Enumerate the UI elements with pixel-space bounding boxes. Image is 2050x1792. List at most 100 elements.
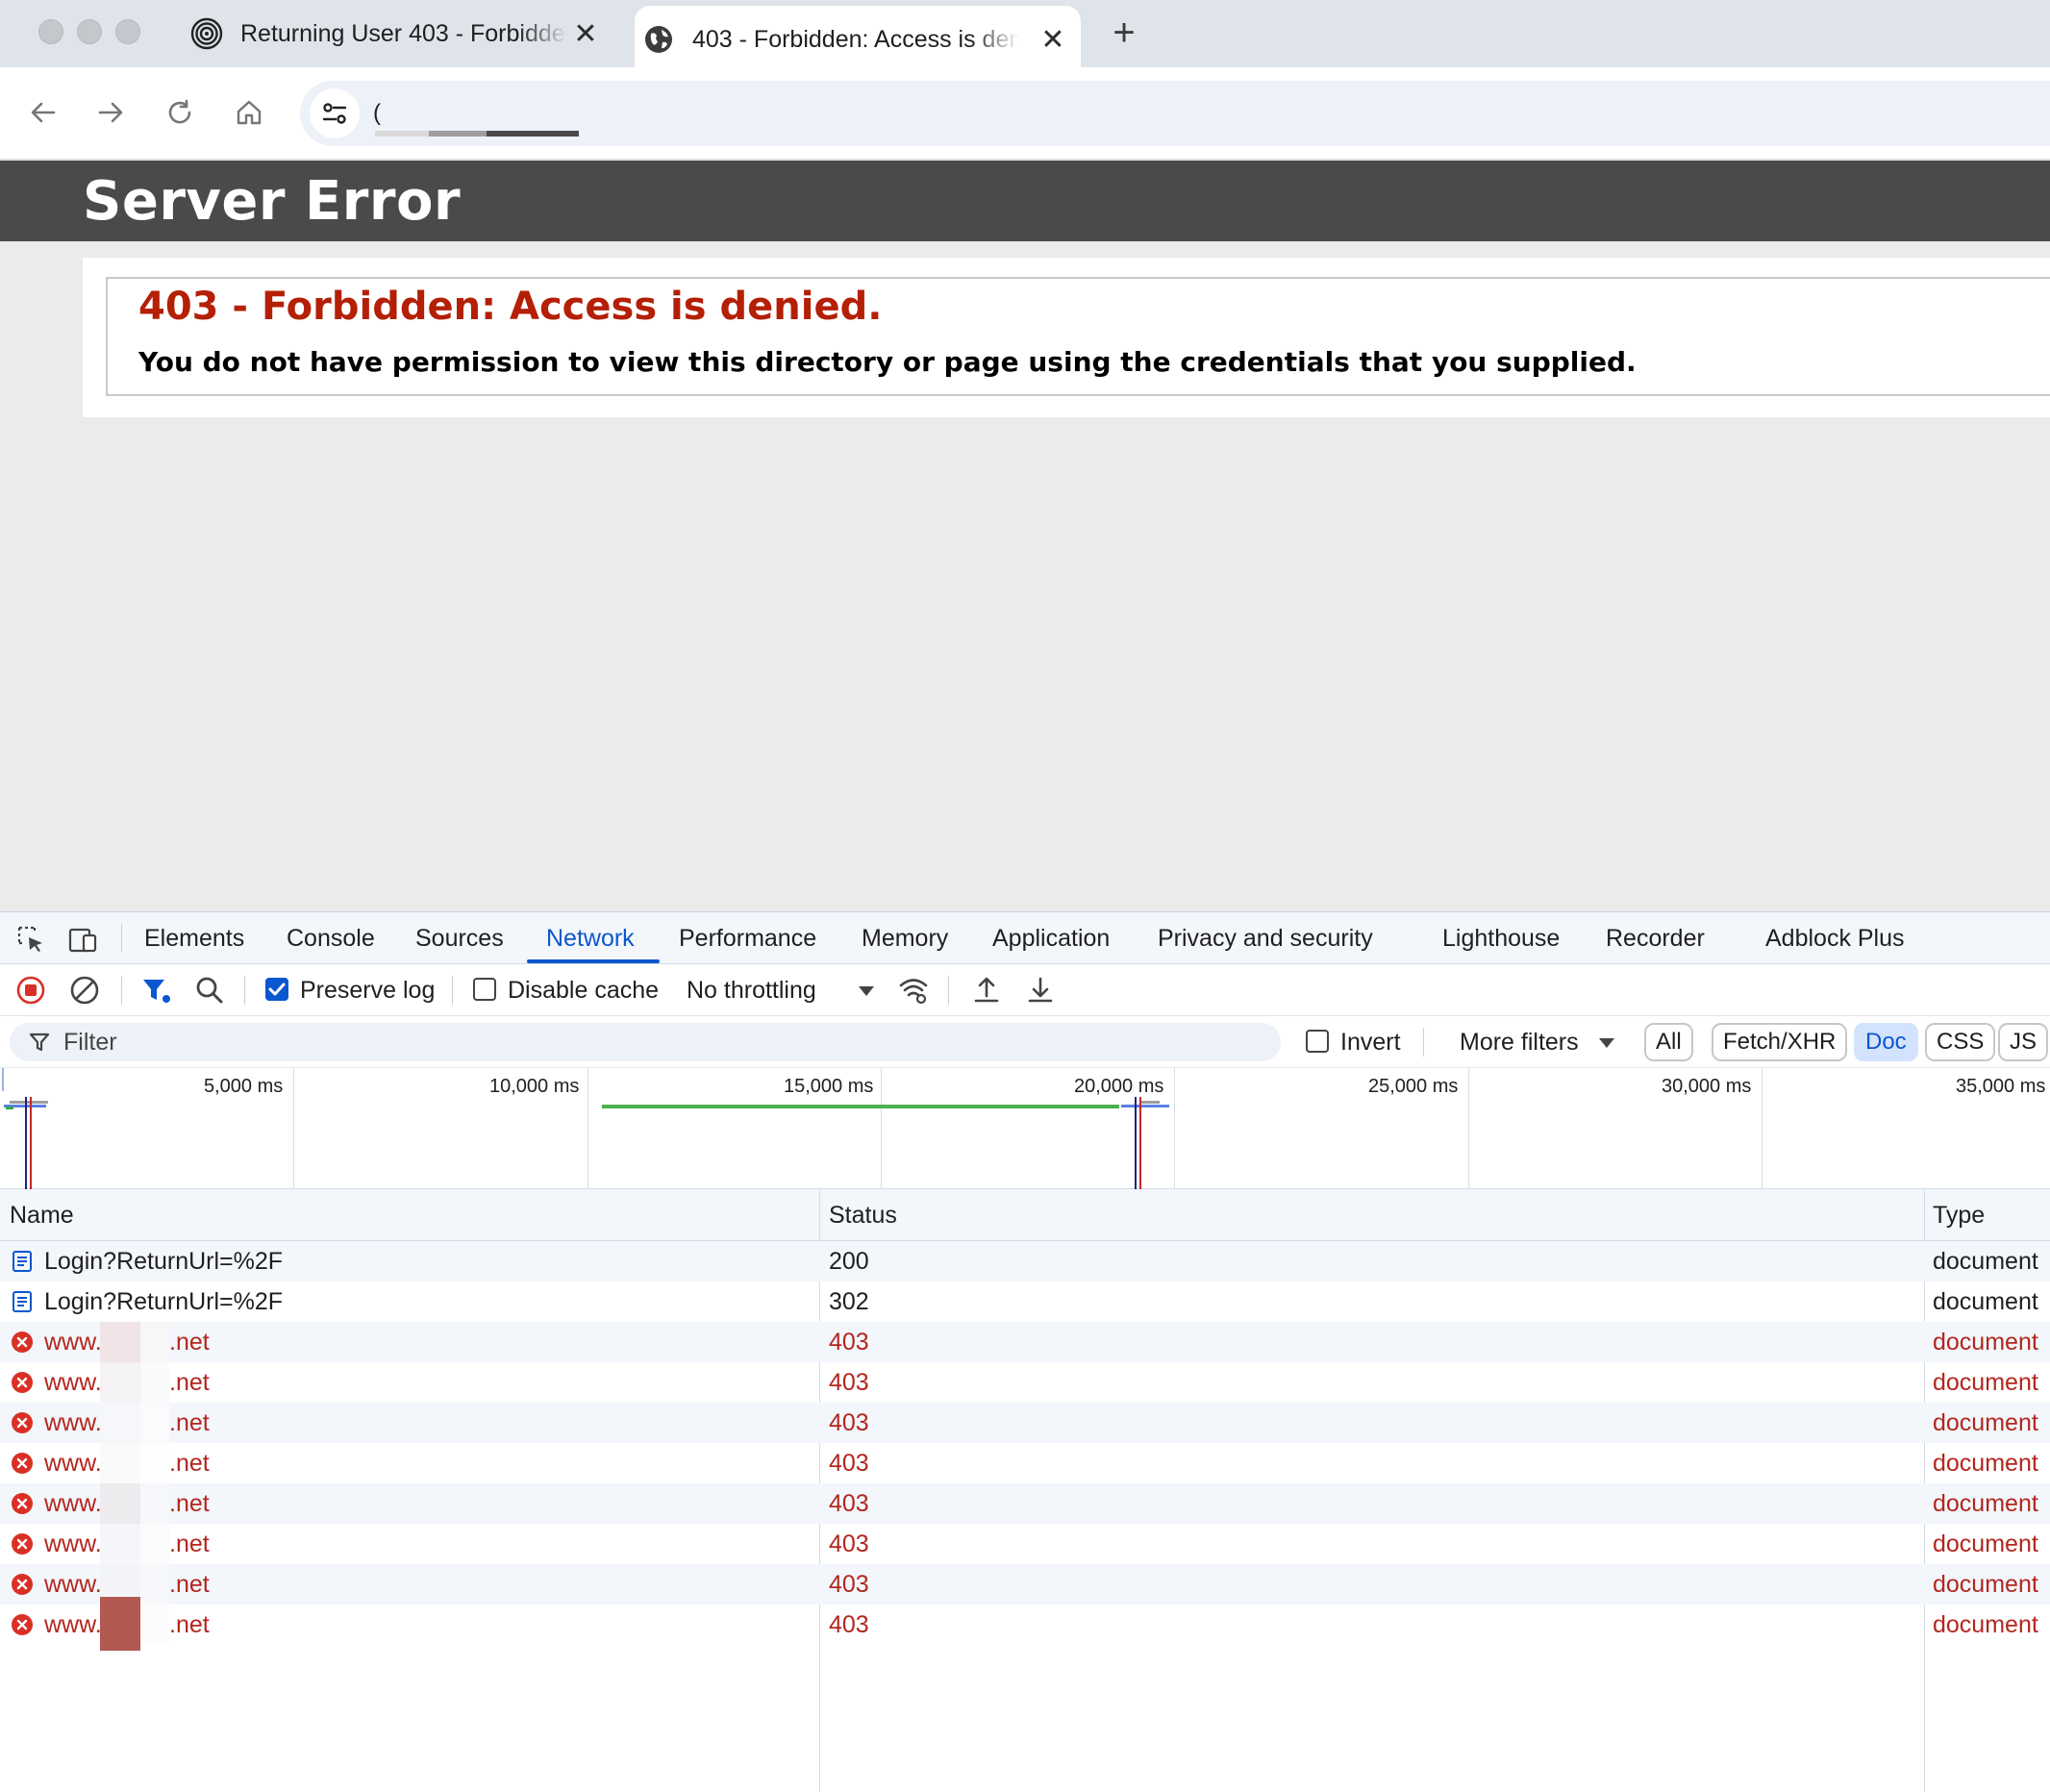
request-name-prefix: www. bbox=[44, 1450, 102, 1477]
disable-cache-label[interactable]: Disable cache bbox=[508, 964, 659, 1016]
device-toolbar-icon[interactable] bbox=[67, 924, 98, 955]
window-close-button[interactable] bbox=[38, 19, 63, 44]
more-filters-button[interactable]: More filters bbox=[1460, 1016, 1579, 1068]
divider bbox=[121, 976, 122, 1005]
filter-chip-css[interactable]: CSS bbox=[1925, 1023, 1996, 1061]
throttling-select[interactable]: No throttling bbox=[687, 964, 816, 1016]
network-overview-timeline[interactable]: 5,000 ms 10,000 ms 15,000 ms 20,000 ms 2… bbox=[0, 1068, 2050, 1189]
tab-recorder[interactable]: Recorder bbox=[1606, 912, 1705, 964]
clear-icon[interactable] bbox=[69, 975, 100, 1006]
site-info-button[interactable] bbox=[310, 88, 360, 138]
filter-chip-doc[interactable]: Doc bbox=[1854, 1023, 1918, 1061]
timeline-request-bar bbox=[6, 1107, 13, 1109]
arrow-left-icon bbox=[31, 102, 56, 123]
filter-chip-all[interactable]: All bbox=[1644, 1023, 1693, 1061]
timeline-tick-label: 35,000 ms bbox=[1956, 1076, 2046, 1097]
request-name: Login?ReturnUrl=%2F bbox=[44, 1248, 284, 1275]
tab-sources[interactable]: Sources bbox=[415, 912, 504, 964]
timeline-request-bar bbox=[1121, 1105, 1169, 1108]
error-icon bbox=[12, 1412, 33, 1433]
tab-adblock-plus[interactable]: Adblock Plus bbox=[1765, 912, 1905, 964]
tab-elements[interactable]: Elements bbox=[144, 912, 244, 964]
timeline-tick-label: 10,000 ms bbox=[489, 1076, 580, 1097]
timeline-tick-label: 25,000 ms bbox=[1368, 1076, 1459, 1097]
stop-recording-icon[interactable] bbox=[15, 975, 46, 1006]
error-icon bbox=[12, 1332, 33, 1353]
upload-icon[interactable] bbox=[971, 975, 1002, 1006]
request-status: 200 bbox=[829, 1248, 869, 1275]
timeline-tick-label: 20,000 ms bbox=[1074, 1076, 1164, 1097]
request-type: document bbox=[1933, 1450, 2038, 1477]
tab-title: 403 - Forbidden: Access is denied. bbox=[692, 25, 1019, 53]
error-fieldset: 403 - Forbidden: Access is denied. You d… bbox=[106, 277, 2050, 396]
invert-label[interactable]: Invert bbox=[1340, 1016, 1401, 1068]
inspect-element-icon[interactable] bbox=[15, 924, 46, 955]
request-type: document bbox=[1933, 1611, 2038, 1638]
tab-memory[interactable]: Memory bbox=[862, 912, 948, 964]
request-name-prefix: www. bbox=[44, 1571, 102, 1598]
preserve-log-label[interactable]: Preserve log bbox=[300, 964, 435, 1016]
window-minimize-button[interactable] bbox=[77, 19, 102, 44]
table-row[interactable]: www. .net 403 document bbox=[0, 1362, 2050, 1403]
new-tab-button[interactable]: + bbox=[1104, 13, 1144, 54]
table-row[interactable]: www. .net 403 document bbox=[0, 1322, 2050, 1362]
caret-down-icon[interactable] bbox=[1598, 1037, 1615, 1049]
filter-chip-fetch-xhr[interactable]: Fetch/XHR bbox=[1712, 1023, 1848, 1061]
tab-lighthouse[interactable]: Lighthouse bbox=[1442, 912, 1560, 964]
forward-button[interactable] bbox=[90, 92, 131, 133]
home-button[interactable] bbox=[229, 92, 269, 133]
network-conditions-icon[interactable] bbox=[898, 975, 929, 1006]
back-button[interactable] bbox=[23, 92, 63, 133]
tab-network[interactable]: Network bbox=[546, 912, 635, 964]
filter-input[interactable]: Filter bbox=[10, 1023, 1281, 1061]
error-title: 403 - Forbidden: Access is denied. bbox=[138, 285, 883, 329]
request-name-suffix: .net bbox=[169, 1409, 210, 1436]
caret-down-icon[interactable] bbox=[858, 985, 875, 997]
table-row[interactable]: www. .net 403 document bbox=[0, 1483, 2050, 1524]
table-row[interactable]: www. .net 403 document bbox=[0, 1597, 2050, 1651]
download-icon[interactable] bbox=[1025, 975, 1056, 1006]
loading-progress-bar bbox=[487, 131, 579, 137]
request-status: 302 bbox=[829, 1288, 869, 1315]
close-icon[interactable]: ✕ bbox=[571, 18, 600, 50]
request-table-header: Name Status Type bbox=[0, 1189, 2050, 1241]
column-header-status[interactable]: Status bbox=[829, 1189, 897, 1241]
table-row[interactable]: www. .net 403 document bbox=[0, 1403, 2050, 1443]
invert-checkbox[interactable] bbox=[1306, 1030, 1329, 1053]
filter-chip-js[interactable]: JS bbox=[1998, 1023, 2049, 1061]
reload-button[interactable] bbox=[160, 92, 200, 133]
tab-performance[interactable]: Performance bbox=[679, 912, 816, 964]
timeline-selection-handle[interactable] bbox=[2, 1068, 4, 1091]
tab-console[interactable]: Console bbox=[287, 912, 375, 964]
column-header-type[interactable]: Type bbox=[1933, 1189, 1985, 1241]
column-header-name[interactable]: Name bbox=[10, 1189, 74, 1241]
redacted-hostname bbox=[140, 1605, 169, 1645]
table-row[interactable]: www. .net 403 document bbox=[0, 1564, 2050, 1605]
tab-forbidden[interactable]: 403 - Forbidden: Access is denied. ✕ bbox=[635, 6, 1081, 73]
request-name-suffix: .net bbox=[169, 1571, 210, 1598]
timeline-load-line bbox=[1139, 1097, 1141, 1189]
request-status: 403 bbox=[829, 1490, 869, 1517]
tab-privacy-security[interactable]: Privacy and security bbox=[1158, 912, 1373, 964]
disable-cache-checkbox[interactable] bbox=[473, 978, 496, 1001]
window-maximize-button[interactable] bbox=[115, 19, 140, 44]
timeline-gridline bbox=[1174, 1068, 1175, 1189]
table-row[interactable]: www. .net 403 document bbox=[0, 1524, 2050, 1564]
redacted-hostname bbox=[140, 1524, 169, 1564]
redacted-hostname bbox=[140, 1443, 169, 1483]
table-row[interactable]: www. .net 403 document bbox=[0, 1443, 2050, 1483]
redacted-hostname bbox=[140, 1322, 169, 1362]
tab-application[interactable]: Application bbox=[992, 912, 1110, 964]
request-status: 403 bbox=[829, 1329, 869, 1356]
request-type: document bbox=[1933, 1329, 2038, 1356]
table-row[interactable]: Login?ReturnUrl=%2F 302 document bbox=[0, 1282, 2050, 1322]
search-icon[interactable] bbox=[194, 975, 225, 1006]
close-icon[interactable]: ✕ bbox=[1038, 24, 1067, 56]
filter-active-icon[interactable] bbox=[140, 975, 171, 1006]
tab-returning-user[interactable]: Returning User 403 - Forbidden ✕ bbox=[183, 0, 613, 67]
url-text: ( bbox=[373, 100, 381, 126]
preserve-log-checkbox[interactable] bbox=[265, 978, 288, 1001]
timeline-gridline bbox=[881, 1068, 882, 1189]
table-row[interactable]: Login?ReturnUrl=%2F 200 document bbox=[0, 1241, 2050, 1282]
request-status: 403 bbox=[829, 1611, 869, 1638]
